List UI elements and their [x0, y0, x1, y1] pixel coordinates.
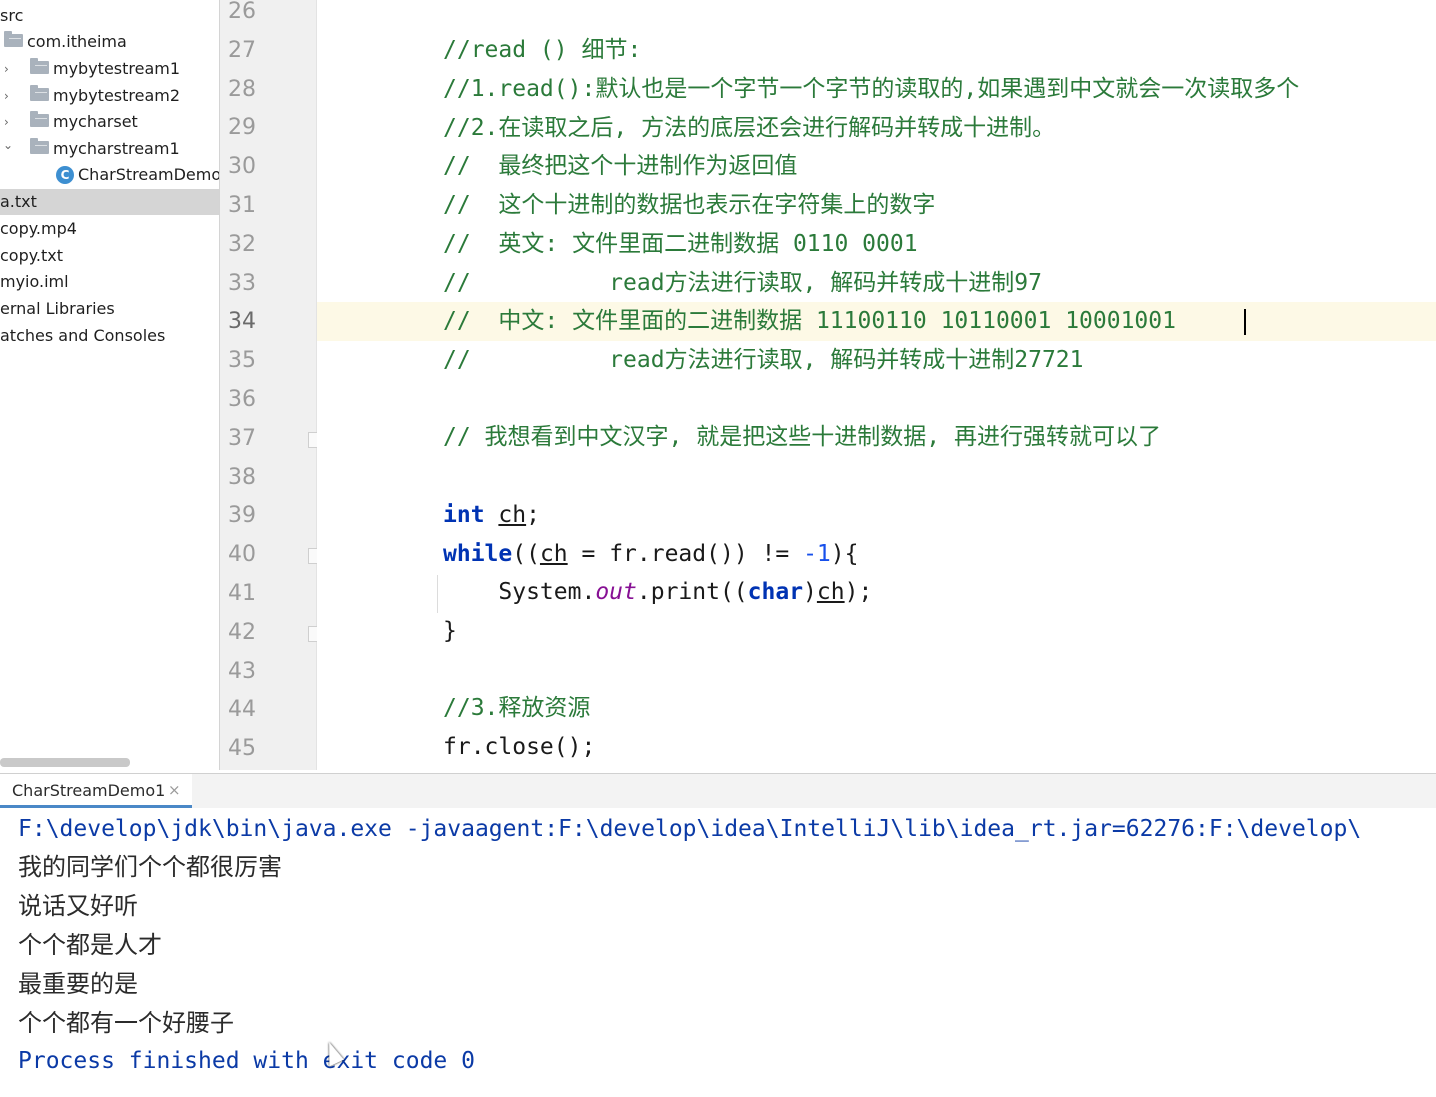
keyword-while: while [443, 541, 513, 567]
line-number[interactable]: 32 [228, 226, 268, 265]
code-line-35[interactable]: // read方法进行读取, 解码并转成十进制27721 [443, 341, 1084, 380]
tree-item-label: ernal Libraries [0, 299, 115, 318]
line-number[interactable]: 35 [228, 342, 268, 381]
tree-item-label: com.itheima [27, 32, 127, 51]
line-number[interactable]: 34 [228, 303, 268, 342]
keyword-int: int [443, 502, 485, 528]
chevron-right-icon[interactable]: › [4, 109, 14, 129]
java-class-icon: C [56, 165, 74, 184]
chevron-right-icon[interactable]: › [4, 56, 14, 76]
code-line-28[interactable]: //1.read():默认也是一个字节一个字节的读取的,如果遇到中文就会一次读取… [443, 70, 1299, 109]
tree-item-label: mycharset [53, 112, 138, 131]
tree-item-label: mybytestream2 [53, 86, 181, 105]
tab-run-charstreamdemo1[interactable]: CharStreamDemo1 × [0, 774, 192, 808]
console-output-line: 个个都有一个好腰子 [18, 1009, 234, 1037]
console-output-line: 我的同学们个个都很厉害 [18, 853, 282, 881]
tree-item-label: a.txt [0, 192, 37, 211]
tree-item-label: mybytestream1 [53, 59, 181, 78]
tree-item-src[interactable]: src [0, 3, 219, 29]
code-line-27[interactable]: //read () 细节: [443, 31, 641, 70]
tree-item-label: src [0, 6, 24, 25]
keyword-char: char [747, 579, 804, 605]
tree-item-label: copy.mp4 [0, 219, 77, 238]
code-line-30[interactable]: // 最终把这个十进制作为返回值 [443, 147, 797, 186]
line-number[interactable]: 39 [228, 497, 268, 536]
console-command: F:\develop\jdk\bin\java.exe -javaagent:F… [18, 816, 1362, 842]
tree-item-a-txt[interactable]: a.txt [0, 189, 219, 215]
line-number[interactable]: 41 [228, 575, 268, 614]
line-number[interactable]: 33 [228, 265, 268, 304]
tree-item-myio-iml[interactable]: myio.iml [0, 269, 219, 295]
line-number[interactable]: 36 [228, 381, 268, 420]
chevron-down-icon[interactable]: ⌄ [3, 132, 13, 152]
line-number[interactable]: 44 [228, 691, 268, 730]
line-number[interactable]: 38 [228, 459, 268, 498]
tree-item-label: myio.iml [0, 272, 69, 291]
indent-guide [437, 575, 438, 613]
sidebar-scrollbar[interactable] [0, 758, 130, 767]
code-line-33[interactable]: // read方法进行读取, 解码并转成十进制97 [443, 264, 1042, 303]
code-editor[interactable]: //read () 细节: //1.read():默认也是一个字节一个字节的读取… [317, 0, 1436, 770]
line-number[interactable]: 29 [228, 109, 268, 148]
tree-item-external-libraries[interactable]: ernal Libraries [0, 296, 219, 322]
line-number[interactable]: 30 [228, 148, 268, 187]
code-line-45[interactable]: fr.close(); [443, 728, 595, 767]
console-output-line: 最重要的是 [18, 970, 138, 998]
variable-ch: ch [539, 541, 568, 567]
line-number-gutter: 26 27 28 29 30 31 32 33 34 35 36 37 38 39 40 41 42 43 44 45 [220, 0, 324, 770]
text-caret [1244, 309, 1246, 335]
line-number[interactable]: 27 [228, 32, 268, 71]
folder-icon [30, 58, 49, 74]
line-number[interactable]: 26 [228, 0, 268, 32]
variable-ch: ch [498, 502, 527, 528]
code-line-44[interactable]: //3.释放资源 [443, 689, 590, 728]
console-output-line: 说话又好听 [18, 892, 138, 920]
variable-ch: ch [816, 579, 845, 605]
line-number[interactable]: 42 [228, 614, 268, 653]
code-line-32[interactable]: // 英文: 文件里面二进制数据 0110 0001 [443, 225, 918, 264]
run-console[interactable]: F:\develop\jdk\bin\java.exe -javaagent:F… [0, 808, 1436, 1097]
folder-icon [30, 111, 49, 127]
line-number[interactable]: 37 [228, 420, 268, 459]
close-icon[interactable]: × [168, 781, 181, 799]
run-tool-window-tabs: CharStreamDemo1 × [0, 773, 1436, 809]
tree-item-label: atches and Consoles [0, 326, 166, 345]
run-tab-label: CharStreamDemo1 [12, 781, 166, 800]
tree-item-mycharstream1[interactable]: ⌄ mycharstream1 [0, 136, 219, 162]
tree-item-package[interactable]: com.itheima [4, 29, 219, 55]
chevron-right-icon[interactable]: › [4, 83, 14, 103]
line-number[interactable]: 28 [228, 71, 268, 110]
code-line-29[interactable]: //2.在读取之后, 方法的底层还会进行解码并转成十进制。 [443, 109, 1055, 148]
code-line-31[interactable]: // 这个十进制的数据也表示在字符集上的数字 [443, 186, 935, 225]
code-line-34[interactable]: // 中文: 文件里面的二进制数据 11100110 10110001 1000… [443, 302, 1176, 341]
tree-item-charstreamdemo1[interactable]: C CharStreamDemo1 [56, 162, 219, 188]
line-number[interactable]: 45 [228, 730, 268, 769]
folder-icon [30, 138, 49, 154]
tree-item-mycharset[interactable]: › mycharset [0, 109, 219, 135]
code-line-42[interactable]: } [443, 612, 457, 651]
tree-item-label: CharStreamDemo1 [78, 165, 219, 184]
tree-item-copy-txt[interactable]: copy.txt [0, 243, 219, 269]
project-tree: src com.itheima › mybytestream1 › mybyte… [0, 0, 220, 770]
tree-item-mybytestream1[interactable]: › mybytestream1 [0, 56, 219, 82]
tree-item-label: copy.txt [0, 246, 64, 265]
number-literal: -1 [803, 541, 831, 567]
line-number[interactable]: 43 [228, 653, 268, 692]
folder-icon [4, 31, 23, 47]
code-line-37[interactable]: // 我想看到中文汉字, 就是把这些十进制数据, 再进行强转就可以了 [443, 418, 1161, 457]
line-number[interactable]: 31 [228, 187, 268, 226]
static-field-out: out [595, 579, 637, 605]
console-exit-message: Process finished with exit code 0 [18, 1048, 475, 1074]
tree-item-mybytestream2[interactable]: › mybytestream2 [0, 83, 219, 109]
tree-item-scratches[interactable]: atches and Consoles [0, 323, 219, 349]
code-line-41[interactable]: System.out.print((char)ch); [443, 573, 872, 612]
console-output-line: 个个都是人才 [18, 931, 162, 959]
tree-item-copy-mp4[interactable]: copy.mp4 [0, 216, 219, 242]
code-line-40[interactable]: while((ch = fr.read()) != -1){ [443, 535, 858, 574]
line-number[interactable]: 40 [228, 536, 268, 575]
folder-icon [30, 85, 49, 101]
code-line-39[interactable]: int ch; [443, 496, 540, 535]
tree-item-label: mycharstream1 [53, 139, 180, 158]
